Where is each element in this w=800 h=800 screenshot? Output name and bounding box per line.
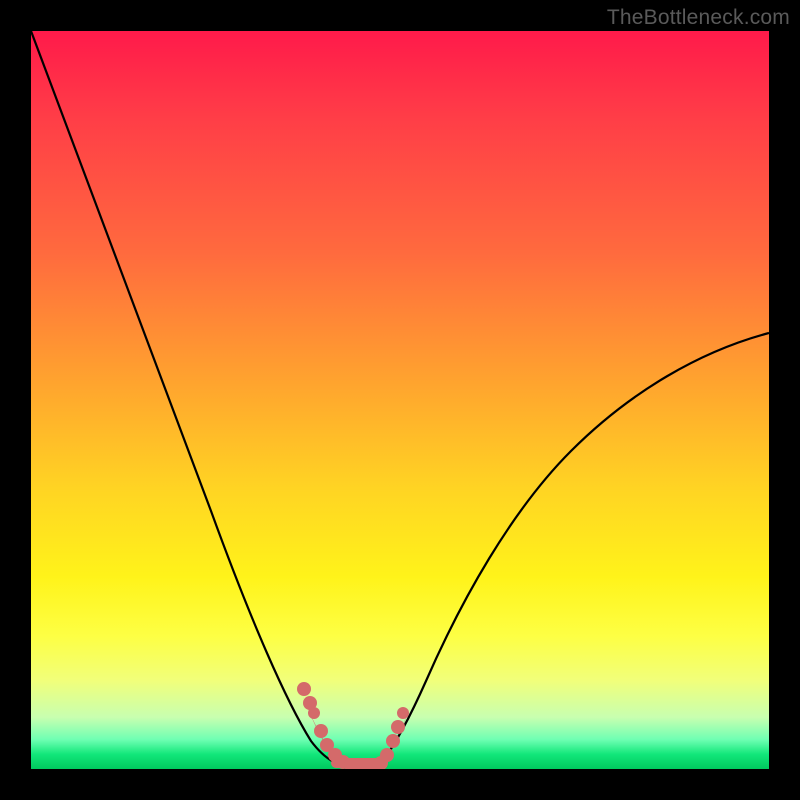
watermark-text: TheBottleneck.com [607, 6, 790, 30]
curves-svg [31, 31, 769, 769]
dot-cluster [297, 682, 410, 769]
chart-frame: TheBottleneck.com [0, 0, 800, 800]
left-curve [31, 31, 351, 766]
right-curve [379, 333, 769, 766]
plot-area [31, 31, 769, 769]
